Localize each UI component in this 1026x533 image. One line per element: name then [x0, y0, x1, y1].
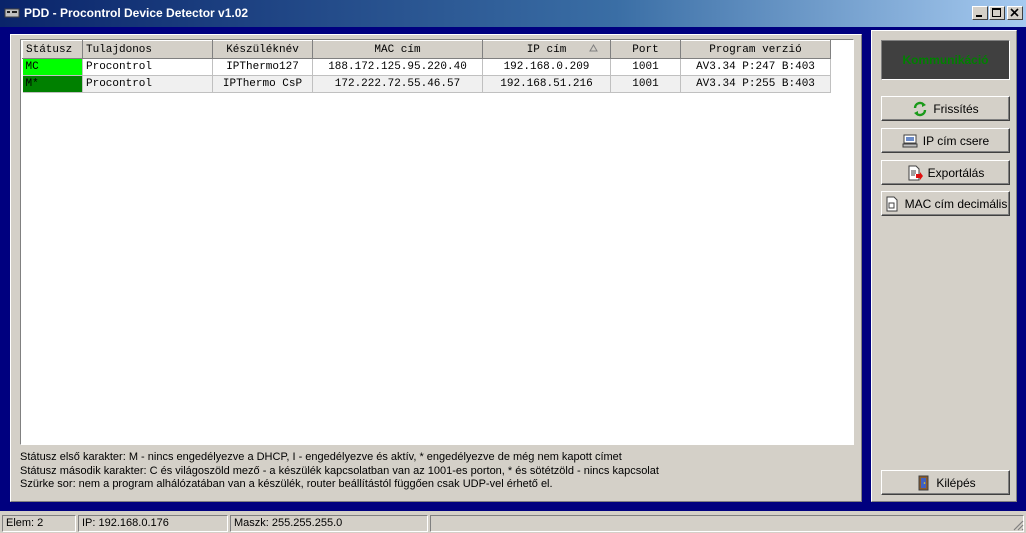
- device-name-cell: IPThermo CsP: [212, 75, 313, 93]
- column-header-mac[interactable]: MAC cím: [312, 40, 483, 59]
- mac-decimal-button-label: MAC cím decimális: [904, 196, 1008, 211]
- column-header-program-version[interactable]: Program verzió: [680, 40, 831, 59]
- status-cell: MC: [22, 58, 83, 76]
- device-panel: Státusz Tulajdonos Készüléknév MAC cím I…: [10, 34, 862, 502]
- device-grid[interactable]: Státusz Tulajdonos Készüléknév MAC cím I…: [20, 39, 854, 445]
- owner-cell: Procontrol: [82, 58, 213, 76]
- ip-cell: 192.168.51.216: [482, 75, 611, 93]
- column-header-owner[interactable]: Tulajdonos: [82, 40, 213, 59]
- legend-line-first-char: Státusz első karakter: M - nincs engedél…: [20, 451, 622, 463]
- port-cell: 1001: [610, 58, 681, 76]
- close-button[interactable]: [1007, 6, 1023, 20]
- export-button-label: Exportálás: [927, 165, 985, 180]
- status-local-ip: IP: 192.168.0.176: [78, 515, 228, 532]
- status-item-count: Elem: 2: [2, 515, 76, 532]
- window-title: PDD - Procontrol Device Detector v1.02: [24, 6, 249, 20]
- status-bar: Elem: 2 IP: 192.168.0.176 Maszk: 255.255…: [0, 513, 1026, 533]
- column-header-ip-label: IP cím: [526, 43, 567, 56]
- app-icon: [4, 8, 20, 18]
- status-extra: [430, 515, 1024, 532]
- exit-door-icon: [918, 475, 929, 490]
- minimize-icon: [976, 15, 982, 17]
- document-icon: [886, 196, 898, 211]
- mac-cell: 172.222.72.55.46.57: [312, 75, 483, 93]
- ip-change-button[interactable]: IP cím csere: [881, 128, 1010, 153]
- column-header-ip[interactable]: IP cím: [482, 40, 611, 59]
- mac-decimal-button[interactable]: MAC cím decimális: [881, 191, 1010, 216]
- owner-cell: Procontrol: [82, 75, 213, 93]
- device-table: Státusz Tulajdonos Készüléknév MAC cím I…: [22, 40, 831, 93]
- maximize-button[interactable]: [989, 6, 1005, 20]
- ip-change-button-label: IP cím csere: [922, 133, 990, 148]
- port-cell: 1001: [610, 75, 681, 93]
- sort-ascending-icon: [589, 44, 598, 52]
- export-icon: [908, 165, 923, 180]
- maximize-icon: [992, 8, 1001, 17]
- status-cell: M*: [22, 75, 83, 93]
- computer-icon: [902, 134, 918, 147]
- legend-line-second-char: Státusz második karakter: C és világoszö…: [20, 464, 659, 477]
- status-legend: Státusz első karakter: M - nincs engedél…: [20, 451, 854, 492]
- table-row[interactable]: M* Procontrol IPThermo CsP 172.222.72.55…: [22, 75, 831, 93]
- refresh-button[interactable]: Frissítés: [881, 96, 1010, 121]
- legend-line-grey-row: Szürke sor: nem a program alhálózatában …: [20, 478, 553, 490]
- close-icon: [1010, 8, 1019, 17]
- column-header-port[interactable]: Port: [610, 40, 681, 59]
- mac-cell: 188.172.125.95.220.40: [312, 58, 483, 76]
- communication-indicator: Kommunikáció: [881, 40, 1010, 80]
- title-bar[interactable]: PDD - Procontrol Device Detector v1.02: [0, 0, 1026, 27]
- status-subnet-mask: Maszk: 255.255.255.0: [230, 515, 428, 532]
- program-version-cell: AV3.34 P:247 B:403: [680, 58, 831, 76]
- column-header-device-name[interactable]: Készüléknév: [212, 40, 313, 59]
- ip-cell: 192.168.0.209: [482, 58, 611, 76]
- exit-button-label: Kilépés: [936, 475, 976, 490]
- column-header-status[interactable]: Státusz: [22, 40, 83, 59]
- export-button[interactable]: Exportálás: [881, 160, 1010, 185]
- table-row[interactable]: MC Procontrol IPThermo127 188.172.125.95…: [22, 58, 831, 76]
- minimize-button[interactable]: [972, 6, 988, 20]
- device-name-cell: IPThermo127: [212, 58, 313, 76]
- program-version-cell: AV3.34 P:255 B:403: [680, 75, 831, 93]
- action-sidebar: Kommunikáció Frissítés IP cím csere Expo…: [871, 30, 1017, 502]
- resize-grip-icon[interactable]: [1012, 519, 1024, 531]
- refresh-icon: [914, 101, 927, 116]
- refresh-button-label: Frissítés: [933, 101, 979, 116]
- exit-button[interactable]: Kilépés: [881, 470, 1010, 495]
